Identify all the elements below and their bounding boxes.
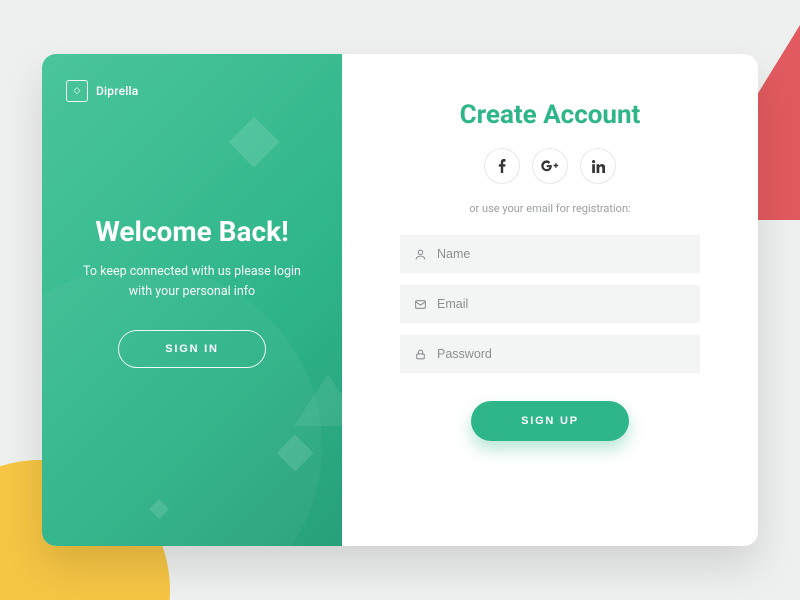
facebook-button[interactable]: [484, 148, 520, 184]
google-plus-icon: [541, 160, 559, 172]
signup-title: Create Account: [460, 100, 641, 130]
lock-icon: [414, 348, 427, 361]
linkedin-icon: [592, 160, 605, 173]
welcome-title: Welcome Back!: [95, 215, 288, 248]
mail-icon: [414, 298, 427, 311]
sign-in-button[interactable]: SIGN IN: [118, 330, 266, 368]
sign-up-button[interactable]: SIGN UP: [471, 401, 629, 441]
welcome-panel: ◇ Diprella Welcome Back! To keep connect…: [42, 54, 342, 546]
brand-name: Diprella: [96, 84, 138, 98]
name-field-wrapper: [400, 235, 700, 273]
google-button[interactable]: [532, 148, 568, 184]
brand-logo-icon: ◇: [66, 80, 88, 102]
signup-panel: Create Account or use your email for reg…: [342, 54, 758, 546]
password-field-wrapper: [400, 335, 700, 373]
social-row: [484, 148, 616, 184]
user-icon: [414, 248, 427, 261]
linkedin-button[interactable]: [580, 148, 616, 184]
facebook-icon: [498, 159, 506, 173]
email-field-wrapper: [400, 285, 700, 323]
email-input[interactable]: [437, 297, 686, 311]
password-input[interactable]: [437, 347, 686, 361]
welcome-subtitle: To keep connected with us please login w…: [82, 262, 302, 302]
brand: ◇ Diprella: [66, 80, 318, 102]
signup-hint: or use your email for registration:: [469, 202, 630, 215]
auth-card: ◇ Diprella Welcome Back! To keep connect…: [42, 54, 758, 546]
name-input[interactable]: [437, 247, 686, 261]
